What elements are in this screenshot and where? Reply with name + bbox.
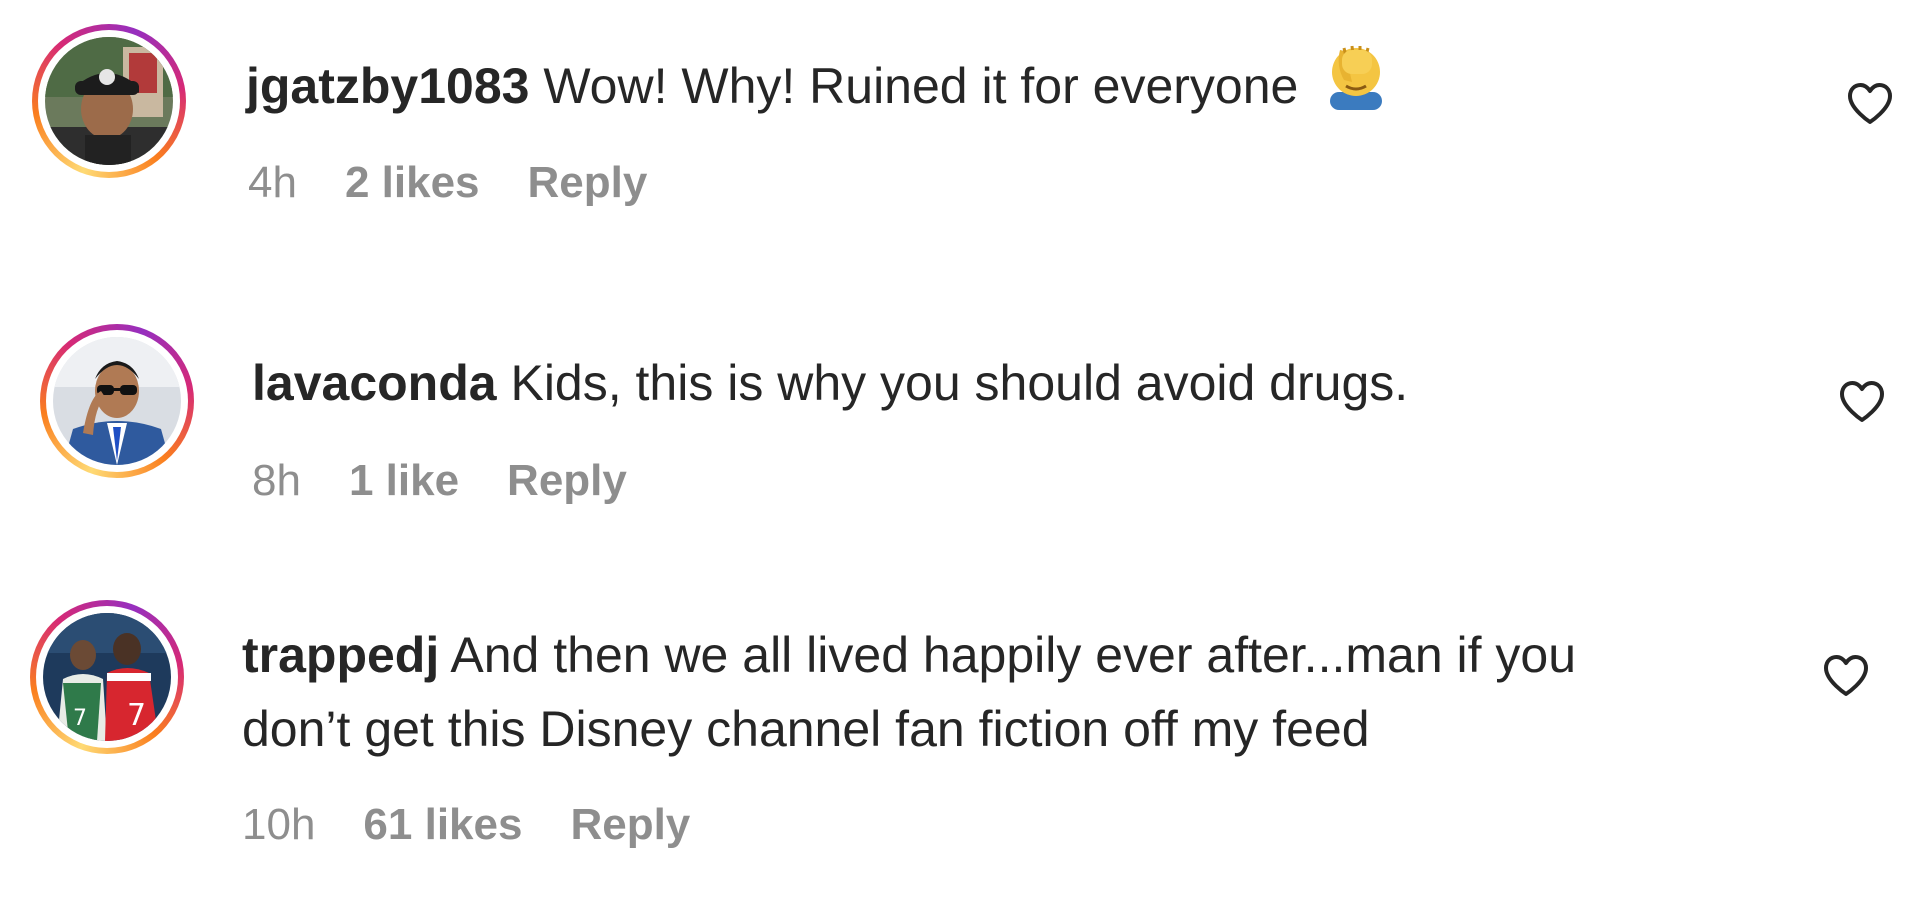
comment-username[interactable]: lavaconda xyxy=(252,355,497,411)
comment-timestamp: 4h xyxy=(248,158,297,207)
comment-meta: 8h 1 like Reply xyxy=(252,456,627,506)
svg-text:7: 7 xyxy=(73,706,87,731)
heart-outline-icon[interactable] xyxy=(1838,380,1886,424)
avatar-story-ring[interactable] xyxy=(40,324,194,478)
face-palm-emoji xyxy=(1322,42,1390,130)
comment-meta: 10h 61 likes Reply xyxy=(242,800,690,850)
comment-timestamp: 10h xyxy=(242,800,316,849)
comment-username[interactable]: jgatzby1083 xyxy=(246,58,529,114)
comment-text: jgatzby1083 Wow! Why! Ruined it for ever… xyxy=(246,45,1390,134)
avatar-story-ring[interactable] xyxy=(32,24,186,178)
comment-likes-count[interactable]: 61 likes xyxy=(363,800,522,850)
avatar[interactable] xyxy=(53,337,181,465)
comment-body: Kids, this is why you should avoid drugs… xyxy=(510,355,1409,411)
comment-text: lavaconda Kids, this is why you should a… xyxy=(252,346,1408,420)
comment-body: And then we all lived happily ever after… xyxy=(450,627,1577,683)
comment-line-1: trappedj And then we all lived happily e… xyxy=(242,618,1576,692)
avatar[interactable] xyxy=(45,37,173,165)
heart-outline-icon[interactable] xyxy=(1846,82,1894,126)
comment-likes-count[interactable]: 2 likes xyxy=(345,158,480,208)
reply-button[interactable]: Reply xyxy=(528,158,648,208)
avatar-story-ring[interactable]: 7 7 xyxy=(30,600,184,754)
comment-username[interactable]: trappedj xyxy=(242,627,439,683)
comment-body: Wow! Why! Ruined it for everyone xyxy=(543,58,1299,115)
heart-outline-icon[interactable] xyxy=(1822,654,1870,698)
comment-line-2: don’t get this Disney channel fan fictio… xyxy=(242,701,1370,757)
comment-timestamp: 8h xyxy=(252,456,301,505)
reply-button[interactable]: Reply xyxy=(507,456,627,506)
reply-button[interactable]: Reply xyxy=(570,800,690,850)
avatar[interactable]: 7 7 xyxy=(43,613,171,741)
comment-meta: 4h 2 likes Reply xyxy=(248,158,647,208)
comment-likes-count[interactable]: 1 like xyxy=(349,456,459,506)
comment-text: trappedj And then we all lived happily e… xyxy=(242,618,1576,766)
svg-text:7: 7 xyxy=(127,698,146,733)
